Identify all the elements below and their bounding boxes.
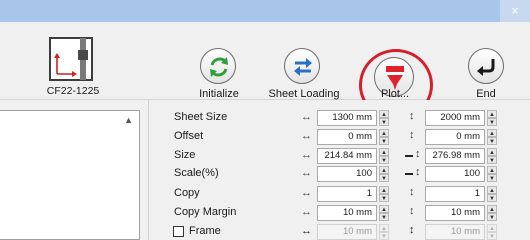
sheet-loading-label: Sheet Loading [268, 88, 340, 100]
copy-y-spinner[interactable]: ▲ ▼ [487, 186, 497, 202]
copy-y-field[interactable]: 1 [425, 186, 485, 202]
aspect-link-icon [405, 173, 413, 175]
offset-y-field[interactable]: 0 mm [425, 129, 485, 145]
height-arrow-icon: ↕ [409, 129, 415, 141]
left-panel: ▲ [0, 100, 148, 240]
copy-margin-x-field[interactable]: 10 mm [317, 205, 377, 221]
end-button[interactable] [468, 48, 504, 84]
sheet-size-label: Sheet Size [174, 111, 228, 123]
frame-x-field[interactable]: 10 mm [317, 224, 377, 240]
copy-margin-label: Copy Margin [174, 206, 237, 218]
scale-x-field[interactable]: 100 [317, 166, 377, 182]
file-list[interactable]: ▲ [0, 110, 140, 240]
aspect-link-icon [405, 155, 413, 157]
width-arrow-icon: ↔ [301, 167, 312, 179]
plot-settings-panel: Sheet Size ↔ 1300 mm ▲ ▼ ↕ 2000 mm ▲ ▼ Off… [148, 100, 530, 240]
sheet-height-field[interactable]: 2000 mm [425, 110, 485, 126]
frame-row: Frame ↔ 10 mm ▲ ▼ ↕ 10 mm ▲ ▼ [149, 224, 530, 240]
width-arrow-icon: ↔ [301, 149, 312, 161]
scroll-up-arrow[interactable]: ▲ [124, 115, 133, 125]
copy-label: Copy [174, 187, 200, 199]
copy-margin-y-field[interactable]: 10 mm [425, 205, 485, 221]
width-arrow-icon: ↔ [301, 130, 312, 142]
sheet-width-spinner[interactable]: ▲ ▼ [379, 110, 389, 126]
sheet-loading-button[interactable] [284, 48, 320, 84]
sheet-size-row: Sheet Size ↔ 1300 mm ▲ ▼ ↕ 2000 mm ▲ ▼ [149, 110, 530, 126]
copy-margin-y-spinner[interactable]: ▲ ▼ [487, 205, 497, 221]
height-arrow-icon: ↕ [409, 205, 415, 217]
refresh-icon [210, 57, 228, 77]
initialize-label: Initialize [199, 88, 239, 100]
sheet-width-field[interactable]: 1300 mm [317, 110, 377, 126]
frame-checkbox[interactable] [173, 226, 184, 237]
end-label: End [476, 88, 496, 100]
return-arrow-icon [477, 59, 495, 76]
initialize-button[interactable] [200, 48, 236, 84]
width-arrow-icon: ↔ [301, 225, 312, 237]
swap-arrows-icon [294, 58, 312, 76]
frame-label: Frame [189, 225, 221, 237]
size-height-spinner[interactable]: ▲ ▼ [487, 148, 497, 164]
frame-y-field[interactable]: 10 mm [425, 224, 485, 240]
scale-y-field[interactable]: 100 [425, 166, 485, 182]
size-height-field[interactable]: 276.98 mm [425, 148, 485, 164]
device-name: CF22-1225 [46, 85, 100, 97]
size-label: Size [174, 149, 196, 161]
height-arrow-icon: ↕ [415, 166, 421, 178]
size-width-spinner[interactable]: ▲ ▼ [379, 148, 389, 164]
offset-y-spinner[interactable]: ▲ ▼ [487, 129, 497, 145]
width-arrow-icon: ↔ [301, 187, 312, 199]
copy-margin-row: Copy Margin ↔ 10 mm ▲ ▼ ↕ 10 mm ▲ ▼ [149, 205, 530, 221]
copy-x-field[interactable]: 1 [317, 186, 377, 202]
close-button[interactable]: × [500, 0, 530, 22]
scale-x-spinner[interactable]: ▲ ▼ [379, 166, 389, 182]
plot-label: Plot... [380, 88, 410, 100]
size-width-field[interactable]: 214.84 mm [317, 148, 377, 164]
offset-label: Offset [174, 130, 204, 142]
height-arrow-icon: ↕ [415, 148, 421, 160]
copy-row: Copy ↔ 1 ▲ ▼ ↕ 1 ▲ ▼ [149, 186, 530, 202]
width-arrow-icon: ↔ [301, 206, 312, 218]
frame-y-spinner[interactable]: ▲ ▼ [487, 224, 497, 240]
scale-label: Scale(%) [174, 167, 219, 179]
height-arrow-icon: ↕ [409, 186, 415, 198]
scale-y-spinner[interactable]: ▲ ▼ [487, 166, 497, 182]
width-arrow-icon: ↔ [301, 111, 312, 123]
copy-x-spinner[interactable]: ▲ ▼ [379, 186, 389, 202]
offset-x-spinner[interactable]: ▲ ▼ [379, 129, 389, 145]
toolbar: CF22-1225 Initialize Sheet Loading Plot.… [0, 22, 530, 121]
height-arrow-icon: ↕ [409, 224, 415, 236]
scale-row: Scale(%) ↔ 100 ▲ ▼ ↕ 100 ▲ ▼ [149, 166, 530, 182]
height-arrow-icon: ↕ [409, 110, 415, 122]
frame-x-spinner[interactable]: ▲ ▼ [379, 224, 389, 240]
offset-x-field[interactable]: 0 mm [317, 129, 377, 145]
sheet-height-spinner[interactable]: ▲ ▼ [487, 110, 497, 126]
copy-margin-x-spinner[interactable]: ▲ ▼ [379, 205, 389, 221]
title-bar: × [0, 0, 530, 22]
cutting-plotter-icon[interactable] [48, 36, 94, 82]
offset-row: Offset ↔ 0 mm ▲ ▼ ↕ 0 mm ▲ ▼ [149, 129, 530, 145]
size-row: Size ↔ 214.84 mm ▲ ▼ ↕ 276.98 mm ▲ ▼ [149, 148, 530, 164]
